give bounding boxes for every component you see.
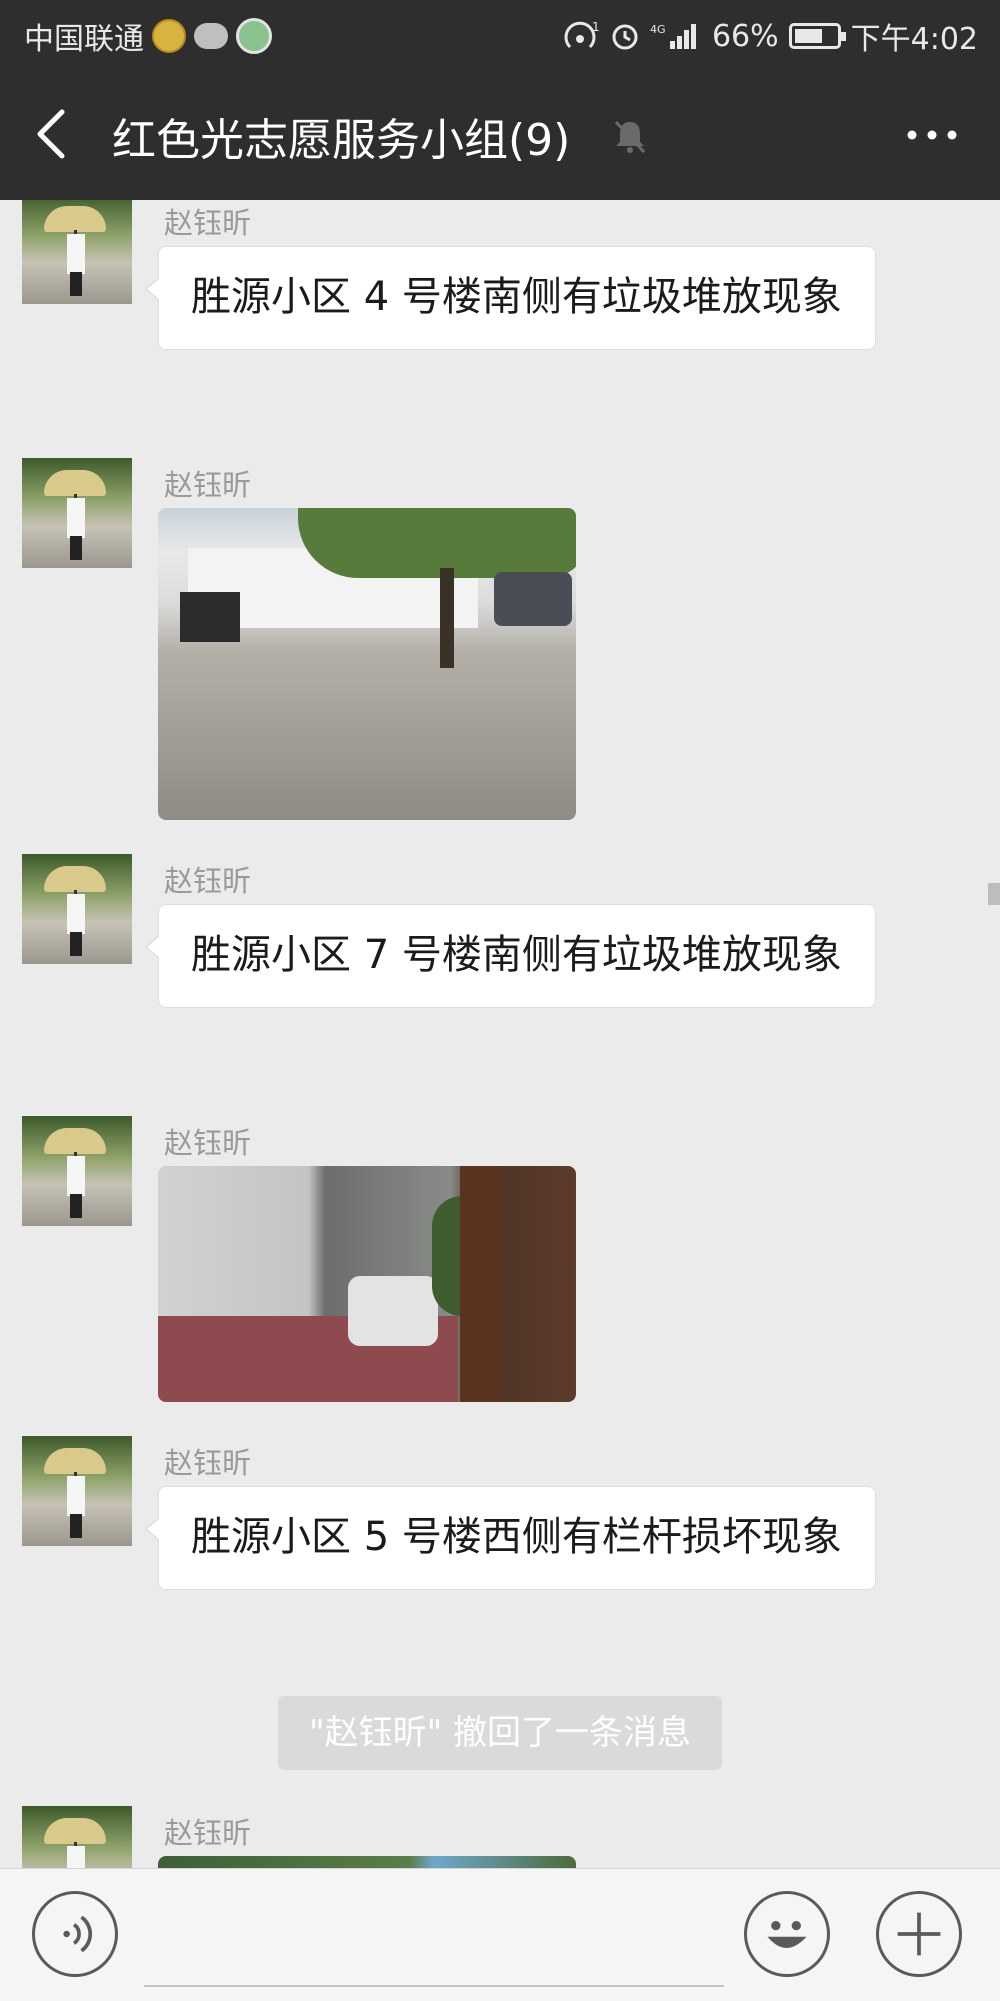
sender-avatar[interactable] bbox=[22, 854, 132, 964]
emoji-icon[interactable] bbox=[744, 1891, 830, 1977]
sender-avatar[interactable] bbox=[22, 1806, 132, 1868]
carrier-name: 中国联通 bbox=[24, 22, 144, 57]
sender-avatar[interactable] bbox=[22, 1436, 132, 1546]
sender-avatar[interactable] bbox=[22, 1116, 132, 1226]
hotspot-icon: 1 bbox=[564, 21, 600, 49]
status-time: 下午4:02 bbox=[850, 22, 978, 57]
message-input[interactable] bbox=[144, 1907, 724, 1987]
app-notification-icon bbox=[236, 18, 272, 54]
sender-name: 赵钰昕 bbox=[164, 206, 252, 240]
more-dots-icon[interactable] bbox=[904, 118, 960, 152]
back-icon[interactable] bbox=[28, 106, 80, 162]
chat-header: 红色光志愿服务小组(9) bbox=[0, 68, 1000, 200]
chat-title: 红色光志愿服务小组(9) bbox=[112, 115, 571, 166]
bell-muted-icon bbox=[614, 120, 646, 154]
plus-icon[interactable] bbox=[876, 1891, 962, 1977]
status-bar: 中国联通 1 4G 66% 下午4:02 bbox=[0, 0, 1000, 68]
svg-text:1: 1 bbox=[592, 21, 600, 34]
image-message[interactable] bbox=[158, 1166, 576, 1402]
text-message-bubble[interactable]: 胜源小区 5 号楼西侧有栏杆损坏现象 bbox=[145, 1486, 876, 1590]
sender-avatar[interactable] bbox=[22, 200, 132, 304]
chat-message-list[interactable]: 赵钰昕 胜源小区 4 号楼南侧有垃圾堆放现象 赵钰昕 赵钰昕 胜源小区 7 号楼… bbox=[0, 200, 1000, 1868]
sender-name: 赵钰昕 bbox=[164, 468, 252, 502]
battery-icon bbox=[788, 23, 846, 49]
image-message[interactable] bbox=[158, 508, 576, 820]
sender-avatar[interactable] bbox=[22, 458, 132, 568]
status-left: 中国联通 bbox=[24, 14, 272, 58]
message-recalled-notice: "赵钰昕" 撤回了一条消息 bbox=[278, 1696, 722, 1770]
sender-name: 赵钰昕 bbox=[164, 1446, 252, 1480]
signal-4g-icon: 4G bbox=[650, 23, 696, 49]
status-right: 1 4G 66% 下午4:02 bbox=[564, 14, 978, 58]
image-message[interactable] bbox=[158, 1856, 576, 1868]
sender-name: 赵钰昕 bbox=[164, 864, 252, 898]
wechat-notification-icon bbox=[194, 23, 228, 49]
alarm-icon bbox=[612, 24, 638, 50]
text-message-bubble[interactable]: 胜源小区 7 号楼南侧有垃圾堆放现象 bbox=[145, 904, 876, 1008]
sender-name: 赵钰昕 bbox=[164, 1126, 252, 1160]
text-message-bubble[interactable]: 胜源小区 4 号楼南侧有垃圾堆放现象 bbox=[145, 246, 876, 350]
chat-input-bar bbox=[0, 1868, 1000, 2001]
battery-percent: 66% bbox=[711, 18, 779, 54]
sender-name: 赵钰昕 bbox=[164, 1816, 252, 1850]
scroll-indicator[interactable] bbox=[988, 883, 1000, 905]
voice-icon[interactable] bbox=[32, 1891, 118, 1977]
mail-notification-icon bbox=[152, 19, 186, 53]
svg-text:4G: 4G bbox=[650, 23, 666, 36]
